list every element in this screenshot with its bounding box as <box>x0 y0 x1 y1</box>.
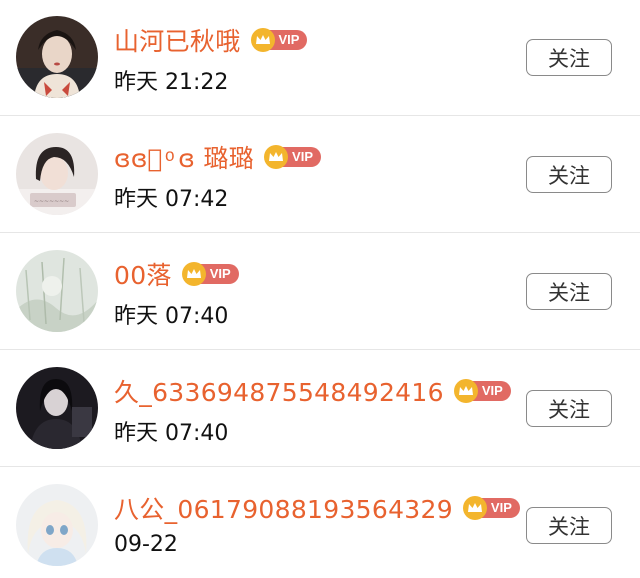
name-line: 久_633694875548492416 VIP <box>114 371 511 411</box>
vip-badge: VIP <box>462 496 520 520</box>
crown-icon <box>462 496 487 520</box>
follow-button[interactable]: 关注 <box>526 273 612 310</box>
user-name[interactable]: 八公_06179088193564329 <box>114 490 453 526</box>
name-line: 山河已秋哦 VIP <box>114 20 308 60</box>
follow-button[interactable]: 关注 <box>526 507 612 544</box>
list-item[interactable]: 八公_06179088193564329 VIP 09-22 关注 <box>0 468 640 578</box>
avatar[interactable] <box>16 367 98 449</box>
vip-badge: VIP <box>250 28 308 52</box>
follower-list: 山河已秋哦 VIP 昨天 21:22 关注 ~~~~~~~ ɞɞ⃞ ͦ ɞ 璐璐… <box>0 0 640 578</box>
name-line: 八公_06179088193564329 VIP <box>114 488 520 528</box>
follow-button[interactable]: 关注 <box>526 390 612 427</box>
timestamp: 昨天 07:40 <box>114 304 229 329</box>
follow-button[interactable]: 关注 <box>526 156 612 193</box>
avatar[interactable] <box>16 484 98 566</box>
svg-text:~~~~~~~: ~~~~~~~ <box>34 198 69 205</box>
avatar[interactable] <box>16 250 98 332</box>
vip-badge: VIP <box>181 262 239 286</box>
user-name[interactable]: 山河已秋哦 <box>114 22 241 58</box>
name-line: 00落 VIP <box>114 254 239 294</box>
list-item[interactable]: ~~~~~~~ ɞɞ⃞ ͦ ɞ 璐璐 VIP 昨天 07:42 关注 <box>0 117 640 233</box>
user-name[interactable]: 久_633694875548492416 <box>114 373 444 409</box>
user-name[interactable]: ɞɞ⃞ ͦ ɞ 璐璐 <box>114 139 254 175</box>
crown-icon <box>250 28 275 52</box>
list-item[interactable]: 00落 VIP 昨天 07:40 关注 <box>0 234 640 350</box>
vip-badge: VIP <box>264 145 322 169</box>
avatar[interactable] <box>16 16 98 98</box>
list-item[interactable]: 久_633694875548492416 VIP 昨天 07:40 关注 <box>0 351 640 467</box>
crown-icon <box>181 262 206 286</box>
timestamp: 昨天 07:42 <box>114 187 229 212</box>
name-line: ɞɞ⃞ ͦ ɞ 璐璐 VIP <box>114 137 322 177</box>
crown-icon <box>453 379 478 403</box>
vip-badge: VIP <box>453 379 511 403</box>
follow-button[interactable]: 关注 <box>526 39 612 76</box>
crown-icon <box>264 145 289 169</box>
user-name[interactable]: 00落 <box>114 256 172 292</box>
timestamp: 09-22 <box>114 532 178 557</box>
timestamp: 昨天 07:40 <box>114 421 229 446</box>
avatar[interactable]: ~~~~~~~ <box>16 133 98 215</box>
list-item[interactable]: 山河已秋哦 VIP 昨天 21:22 关注 <box>0 0 640 116</box>
timestamp: 昨天 21:22 <box>114 70 229 95</box>
